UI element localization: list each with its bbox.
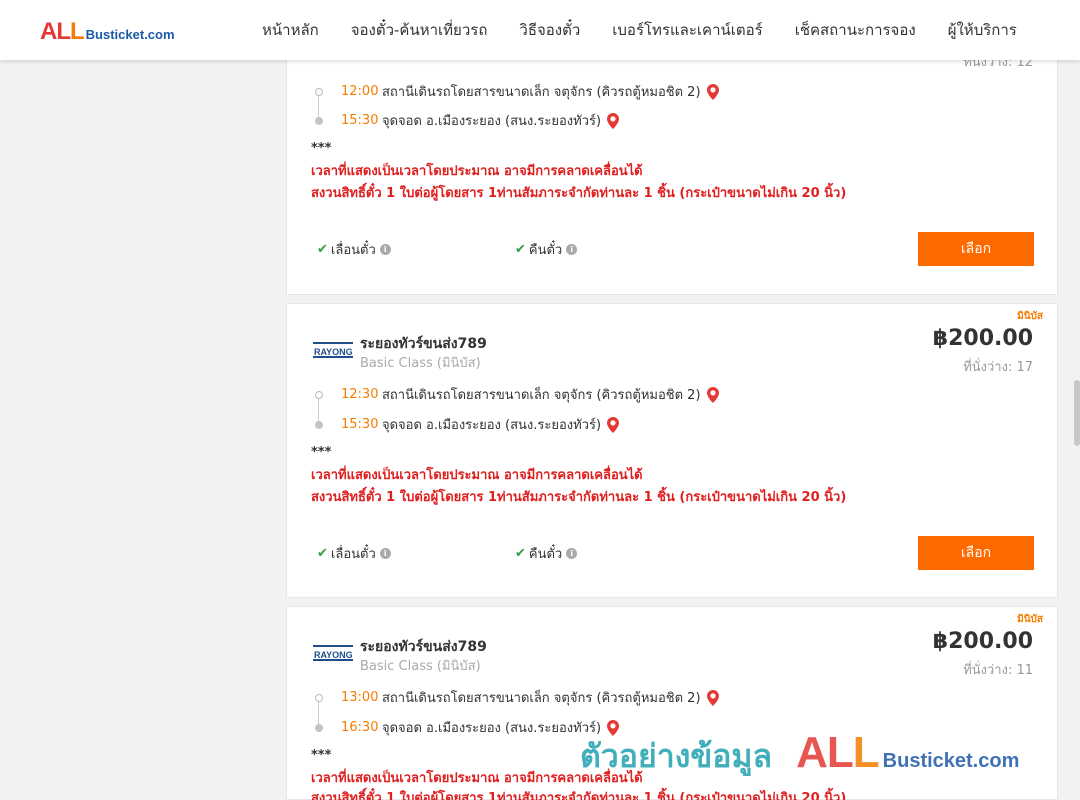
map-pin-icon[interactable] bbox=[607, 416, 620, 433]
vehicle-tag: มินิบัส bbox=[1017, 614, 1043, 625]
select-trip-button[interactable]: เลือก bbox=[918, 536, 1034, 570]
seats-available: ที่นั่งว่าง: 17 bbox=[963, 360, 1033, 375]
note-stars: *** bbox=[311, 141, 332, 156]
operator-logo: RAYONG bbox=[313, 342, 353, 358]
nav-contact-counters[interactable]: เบอร์โทรและเคาน์เตอร์ bbox=[596, 18, 778, 42]
arrival-stop: 16:30 จุดจอด อ.เมืองระยอง (สนง.ระยองทัวร… bbox=[315, 717, 620, 738]
check-icon: ✔ bbox=[515, 242, 526, 257]
refund-option: ✔ คืนตั๋ว i bbox=[515, 239, 578, 260]
arrival-time: 15:30 bbox=[341, 417, 379, 432]
arrival-stop: 15:30 จุดจอด อ.เมืองระยอง (สนง.ระยองทัวร… bbox=[315, 110, 620, 131]
ticket-price: ฿200.00 bbox=[932, 326, 1033, 351]
arrival-place: จุดจอด อ.เมืองระยอง (สนง.ระยองทัวร์) bbox=[382, 721, 602, 736]
nav-operators[interactable]: ผู้ให้บริการ bbox=[932, 18, 1033, 42]
check-icon: ✔ bbox=[515, 546, 526, 561]
arrival-stop: 15:30 จุดจอด อ.เมืองระยอง (สนง.ระยองทัวร… bbox=[315, 414, 620, 435]
svg-text:RAYONG: RAYONG bbox=[314, 347, 353, 357]
nav-book-search[interactable]: จองตั๋ว-ค้นหาเที่ยวรถ bbox=[335, 18, 504, 42]
info-icon[interactable]: i bbox=[566, 244, 578, 255]
reschedule-option: ✔ เลื่อนตั๋ว i bbox=[317, 239, 391, 260]
reschedule-option: ✔ เลื่อนตั๋ว i bbox=[317, 543, 391, 564]
sample-watermark: ตัวอย่างข้อมูล ALL Busticket.com bbox=[580, 728, 1020, 777]
luggage-warning: สงวนสิทธิ์ตั๋ว 1 ใบต่อผู้โดยสาร 1ท่านสัม… bbox=[311, 791, 847, 800]
svg-text:RAYONG: RAYONG bbox=[314, 650, 353, 660]
check-icon: ✔ bbox=[317, 242, 328, 257]
departure-stop: 12:00 สถานีเดินรถโดยสารขนาดเล็ก จตุจักร … bbox=[315, 81, 719, 102]
departure-stop: 13:00 สถานีเดินรถโดยสารขนาดเล็ก จตุจักร … bbox=[315, 687, 719, 708]
main-nav: หน้าหลัก จองตั๋ว-ค้นหาเที่ยวรถ วิธีจองตั… bbox=[246, 0, 1033, 60]
luggage-warning: สงวนสิทธิ์ตั๋ว 1 ใบต่อผู้โดยสาร 1ท่านสัม… bbox=[311, 490, 847, 505]
arrival-place: จุดจอด อ.เมืองระยอง (สนง.ระยองทัวร์) bbox=[382, 114, 602, 129]
info-icon[interactable]: i bbox=[566, 548, 578, 559]
arrival-time: 15:30 bbox=[341, 113, 379, 128]
bus-class: Basic Class (มินิบัส) bbox=[360, 659, 481, 674]
departure-place: สถานีเดินรถโดยสารขนาดเล็ก จตุจักร (คิวรถ… bbox=[382, 388, 701, 403]
departure-time: 12:30 bbox=[341, 387, 379, 402]
info-icon[interactable]: i bbox=[379, 244, 391, 255]
departure-stop: 12:30 สถานีเดินรถโดยสารขนาดเล็ก จตุจักร … bbox=[315, 384, 719, 405]
nav-home[interactable]: หน้าหลัก bbox=[246, 18, 335, 42]
ticket-price: ฿200.00 bbox=[932, 629, 1033, 654]
site-header: ALL Busticket.com หน้าหลัก จองตั๋ว-ค้นหา… bbox=[0, 0, 1080, 60]
note-stars: *** bbox=[311, 748, 332, 763]
vehicle-tag: มินิบัส bbox=[1017, 311, 1043, 322]
check-icon: ✔ bbox=[317, 546, 328, 561]
time-warning: เวลาที่แสดงเป็นเวลาโดยประมาณ อาจมีการคลา… bbox=[311, 468, 643, 483]
map-pin-icon[interactable] bbox=[706, 386, 719, 403]
refund-option: ✔ คืนตั๋ว i bbox=[515, 543, 578, 564]
select-trip-button[interactable]: เลือก bbox=[918, 232, 1034, 266]
map-pin-icon[interactable] bbox=[706, 689, 719, 706]
map-pin-icon[interactable] bbox=[706, 83, 719, 100]
site-logo[interactable]: ALL Busticket.com bbox=[40, 18, 175, 46]
departure-time: 13:00 bbox=[341, 690, 379, 705]
departure-place: สถานีเดินรถโดยสารขนาดเล็ก จตุจักร (คิวรถ… bbox=[382, 691, 701, 706]
map-pin-icon[interactable] bbox=[607, 112, 620, 129]
arrival-time: 16:30 bbox=[341, 720, 379, 735]
seats-available: ที่นั่งว่าง: 11 bbox=[963, 663, 1033, 678]
info-icon[interactable]: i bbox=[379, 548, 391, 559]
time-warning: เวลาที่แสดงเป็นเวลาโดยประมาณ อาจมีการคลา… bbox=[311, 164, 643, 179]
operator-logo: RAYONG bbox=[313, 645, 353, 661]
luggage-warning: สงวนสิทธิ์ตั๋ว 1 ใบต่อผู้โดยสาร 1ท่านสัม… bbox=[311, 186, 847, 201]
note-stars: *** bbox=[311, 445, 332, 460]
trip-card: ที่นั่งว่าง: 12 12:00 สถานีเดินรถโดยสารข… bbox=[286, 20, 1058, 295]
departure-place: สถานีเดินรถโดยสารขนาดเล็ก จตุจักร (คิวรถ… bbox=[382, 85, 701, 100]
page-scrollbar[interactable] bbox=[1074, 380, 1080, 446]
nav-check-booking[interactable]: เช็คสถานะการจอง bbox=[779, 18, 932, 42]
nav-how-to-book[interactable]: วิธีจองตั๋ว bbox=[503, 18, 596, 42]
trip-card: มินิบัส RAYONG ระยองทัวร์ขนส่ง789 Basic … bbox=[286, 303, 1058, 598]
bus-class: Basic Class (มินิบัส) bbox=[360, 356, 481, 371]
departure-time: 12:00 bbox=[341, 84, 379, 99]
arrival-place: จุดจอด อ.เมืองระยอง (สนง.ระยองทัวร์) bbox=[382, 418, 602, 433]
